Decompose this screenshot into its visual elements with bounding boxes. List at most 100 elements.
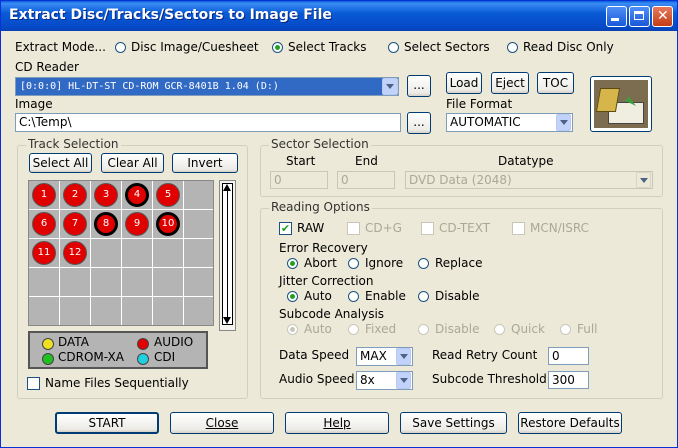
cdg-label[interactable]: CD+G — [365, 221, 402, 235]
image-writer-icon-button[interactable] — [590, 76, 652, 132]
radio-select-sectors-label[interactable]: Select Sectors — [404, 40, 490, 54]
image-path-input[interactable]: C:\Temp\ — [15, 113, 401, 132]
radio-select-sectors[interactable] — [388, 42, 399, 53]
track-11-button[interactable]: 11 — [32, 241, 56, 265]
radio-disc-image-label[interactable]: Disc Image/Cuesheet — [131, 40, 259, 54]
radio-jitter-enable-label[interactable]: Enable — [365, 289, 406, 303]
radio-subcode-disable-label[interactable]: Disable — [435, 322, 480, 336]
start-button[interactable]: START — [55, 412, 159, 434]
radio-jitter-disable[interactable] — [418, 291, 429, 302]
radio-jitter-disable-label[interactable]: Disable — [435, 289, 480, 303]
radio-subcode-full[interactable] — [560, 324, 571, 335]
track-2-button[interactable]: 2 — [63, 183, 87, 207]
radio-subcode-quick[interactable] — [494, 324, 505, 335]
radio-read-disc-only-label[interactable]: Read Disc Only — [523, 40, 614, 54]
close-window-button[interactable]: ✕ — [652, 6, 673, 27]
track-cell[interactable] — [153, 268, 184, 297]
chevron-down-icon[interactable] — [636, 172, 651, 188]
track-cell[interactable] — [122, 268, 153, 297]
track-12-button[interactable]: 12 — [63, 241, 87, 265]
track-3-button[interactable]: 3 — [94, 183, 118, 207]
close-button[interactable]: Close — [170, 412, 274, 434]
radio-subcode-quick-label[interactable]: Quick — [511, 322, 545, 336]
track-cell[interactable] — [153, 239, 184, 268]
track-7-button[interactable]: 7 — [63, 212, 87, 236]
track-cell[interactable] — [184, 181, 213, 210]
radio-jitter-auto-label[interactable]: Auto — [304, 289, 332, 303]
chevron-down-icon[interactable] — [556, 114, 571, 131]
radio-read-disc-only[interactable] — [507, 42, 518, 53]
raw-checkbox[interactable]: ✔ — [279, 222, 292, 235]
cdtext-checkbox[interactable] — [421, 222, 434, 235]
radio-jitter-enable[interactable] — [348, 291, 359, 302]
track-cell[interactable] — [29, 297, 60, 325]
invert-button[interactable]: Invert — [172, 153, 238, 173]
name-files-sequentially-checkbox[interactable] — [27, 377, 40, 390]
radio-subcode-disable[interactable] — [418, 324, 429, 335]
radio-disc-image[interactable] — [115, 42, 126, 53]
track-8-button[interactable]: 8 — [94, 212, 118, 236]
track-9-button[interactable]: 9 — [125, 212, 149, 236]
maximize-button[interactable] — [629, 6, 650, 27]
datatype-select[interactable]: DVD Data (2048) — [405, 171, 653, 189]
track-cell[interactable] — [122, 239, 153, 268]
eject-button[interactable]: Eject — [491, 72, 529, 94]
restore-defaults-button[interactable]: Restore Defaults — [518, 412, 622, 434]
radio-error-ignore-label[interactable]: Ignore — [365, 256, 403, 270]
cd-reader-combo[interactable]: [0:0:0] HL-DT-ST CD-ROM GCR-8401B 1.04 (… — [15, 77, 399, 96]
track-cell[interactable] — [184, 268, 213, 297]
track-5-button[interactable]: 5 — [156, 183, 180, 207]
track-cell[interactable] — [60, 268, 91, 297]
radio-subcode-fixed-label[interactable]: Fixed — [365, 322, 396, 336]
cd-reader-browse-button[interactable]: ... — [407, 75, 431, 97]
radio-select-tracks-label[interactable]: Select Tracks — [288, 40, 367, 54]
save-settings-button[interactable]: Save Settings — [400, 412, 507, 434]
radio-error-replace[interactable] — [418, 258, 429, 269]
image-browse-button[interactable]: ... — [407, 112, 431, 134]
clear-all-button[interactable]: Clear All — [101, 153, 164, 173]
chevron-down-icon[interactable] — [396, 372, 411, 389]
minimize-button[interactable] — [606, 6, 627, 27]
radio-select-tracks[interactable] — [272, 42, 283, 53]
track-cell[interactable] — [91, 239, 122, 268]
raw-label[interactable]: RAW — [297, 221, 324, 235]
track-6-button[interactable]: 6 — [32, 212, 56, 236]
toc-button[interactable]: TOC — [537, 72, 574, 94]
track-cell[interactable] — [184, 239, 213, 268]
track-4-button[interactable]: 4 — [125, 183, 149, 207]
track-cell[interactable] — [91, 297, 122, 325]
track-cell[interactable] — [60, 297, 91, 325]
subcode-threshold-input[interactable]: 300 — [548, 371, 589, 389]
track-1-button[interactable]: 1 — [32, 183, 56, 207]
cdtext-label[interactable]: CD-TEXT — [439, 221, 490, 235]
radio-error-abort-label[interactable]: Abort — [304, 256, 337, 270]
title-bar[interactable]: Extract Disc/Tracks/Sectors to Image Fil… — [1, 1, 677, 31]
read-retry-count-input[interactable]: 0 — [548, 347, 589, 365]
radio-jitter-auto[interactable] — [287, 291, 298, 302]
chevron-down-icon[interactable] — [396, 348, 411, 365]
start-sector-input[interactable]: 0 — [270, 171, 328, 189]
radio-subcode-fixed[interactable] — [348, 324, 359, 335]
mcn-isrc-checkbox[interactable] — [512, 222, 525, 235]
cdg-checkbox[interactable] — [347, 222, 360, 235]
radio-subcode-auto[interactable] — [287, 324, 298, 335]
radio-error-abort[interactable] — [287, 258, 298, 269]
file-format-select[interactable]: AUTOMATIC — [446, 113, 573, 132]
name-files-sequentially-label[interactable]: Name Files Sequentially — [45, 376, 189, 390]
track-scrollbar[interactable] — [219, 180, 236, 331]
radio-subcode-full-label[interactable]: Full — [577, 322, 598, 336]
chevron-down-icon[interactable] — [382, 78, 398, 95]
track-cell[interactable] — [153, 297, 184, 325]
select-all-button[interactable]: Select All — [29, 153, 92, 173]
radio-subcode-auto-label[interactable]: Auto — [304, 322, 332, 336]
track-cell[interactable] — [184, 297, 213, 325]
track-cell[interactable] — [184, 210, 213, 239]
help-button[interactable]: Help — [285, 412, 389, 434]
track-grid[interactable]: 1 2 3 4 5 6 7 8 9 10 11 12 — [28, 180, 214, 326]
track-cell[interactable] — [29, 268, 60, 297]
radio-error-ignore[interactable] — [348, 258, 359, 269]
track-10-button[interactable]: 10 — [156, 212, 180, 236]
end-sector-input[interactable]: 0 — [337, 171, 395, 189]
load-button[interactable]: Load — [446, 72, 482, 94]
track-cell[interactable] — [91, 268, 122, 297]
